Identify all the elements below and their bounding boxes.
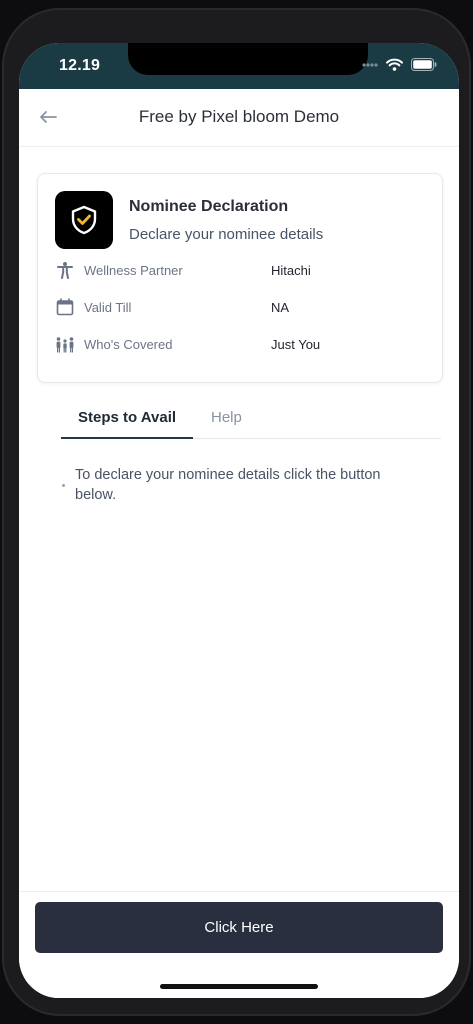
wifi-icon <box>386 58 403 71</box>
detail-row-whos-covered: Who's Covered Just You <box>55 334 425 356</box>
home-indicator <box>160 984 318 989</box>
list-bullet <box>62 484 65 487</box>
signal-dots-icon <box>362 62 378 68</box>
person-icon <box>55 260 75 280</box>
detail-row-wellness-partner: Wellness Partner Hitachi <box>55 260 425 282</box>
detail-label: Wellness Partner <box>84 263 183 278</box>
status-icons <box>362 58 437 71</box>
status-bar: 12.19 <box>19 43 459 89</box>
detail-value: Hitachi <box>271 263 311 278</box>
detail-value: Just You <box>271 337 321 352</box>
detail-label: Valid Till <box>84 300 132 315</box>
detail-row-valid-till: Valid Till NA <box>55 297 425 319</box>
status-time: 12.19 <box>59 57 101 74</box>
battery-icon <box>411 58 437 71</box>
device-notch <box>128 43 368 75</box>
detail-value: NA <box>271 300 290 315</box>
tab-help[interactable]: Help <box>211 409 242 426</box>
calendar-icon <box>55 297 75 317</box>
card-title: Nominee Declaration <box>129 198 289 215</box>
detail-label: Who's Covered <box>84 337 173 352</box>
click-here-button[interactable]: Click Here <box>35 902 443 953</box>
tab-bar: Steps to Avail Help <box>61 400 441 439</box>
app-screen: 12.19 Free by Pixel bloom Demo Nominee D… <box>19 43 459 998</box>
step-instruction: To declare your nominee details click th… <box>75 467 381 503</box>
tab-steps-to-avail[interactable]: Steps to Avail <box>78 409 176 426</box>
page-title: Free by Pixel bloom Demo <box>138 107 340 126</box>
card-subtitle: Declare your nominee details <box>129 226 324 243</box>
app-header: Free by Pixel bloom Demo <box>19 89 459 147</box>
shield-check-icon <box>55 191 113 249</box>
family-icon <box>55 334 75 354</box>
footer-bar: Click Here <box>19 891 459 998</box>
benefit-card: Nominee Declaration Declare your nominee… <box>37 173 443 383</box>
active-tab-indicator <box>61 437 193 439</box>
phone-frame: 12.19 Free by Pixel bloom Demo Nominee D… <box>2 8 471 1016</box>
